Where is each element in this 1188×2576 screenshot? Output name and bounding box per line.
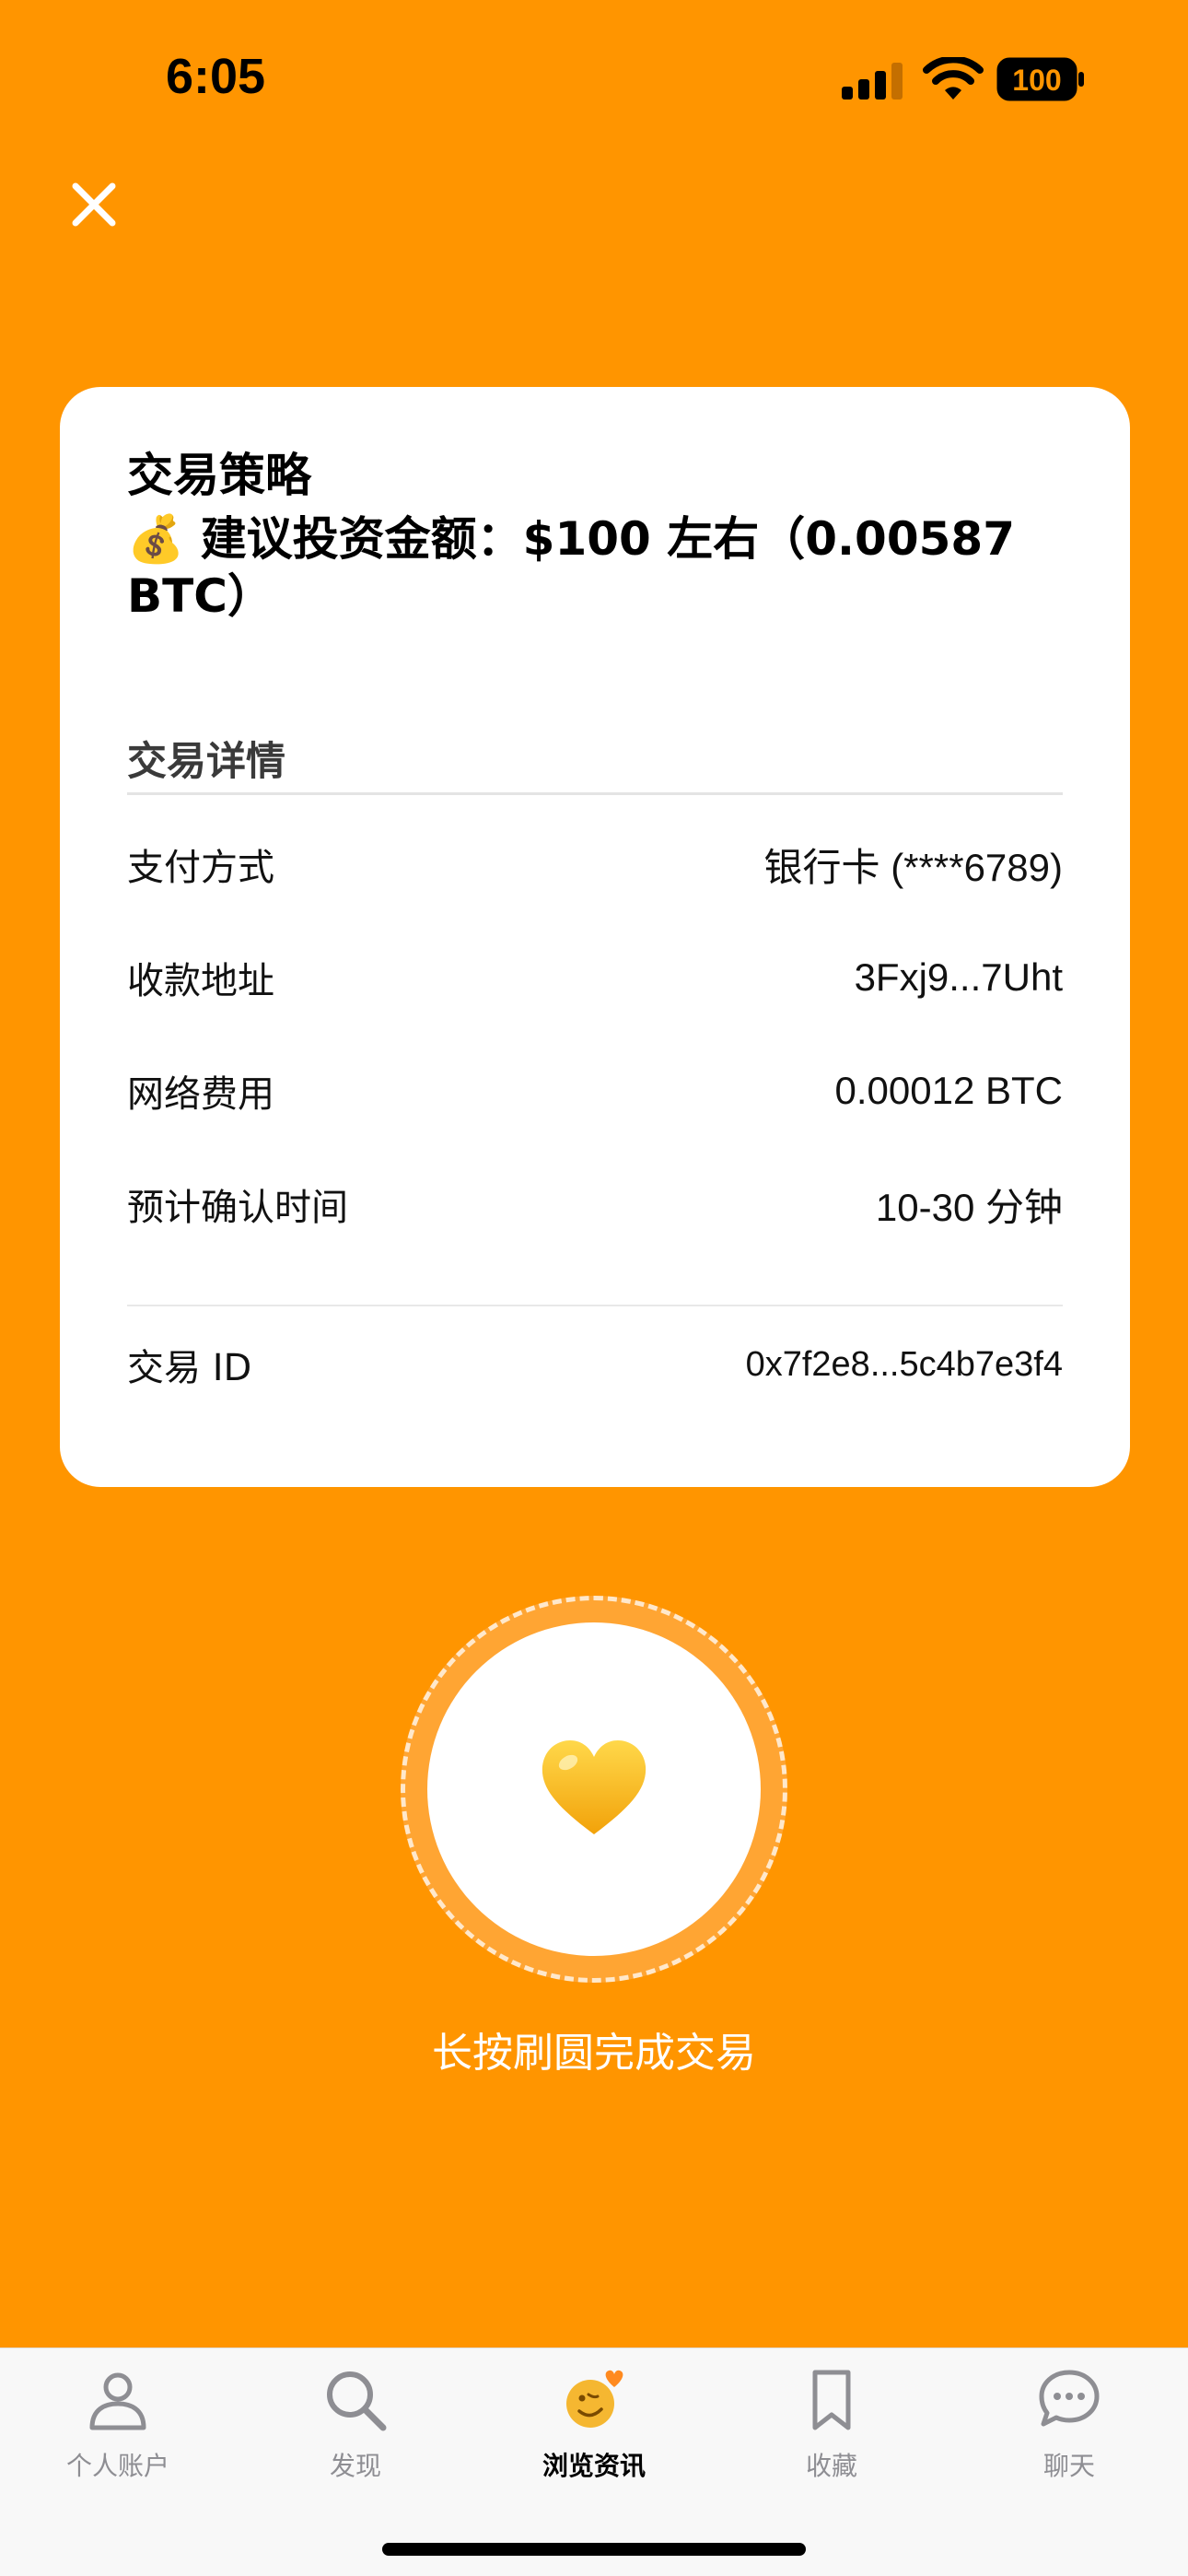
wifi-icon [923,57,984,100]
person-icon [89,2372,146,2430]
row-label: 网络费用 [127,1073,274,1116]
yellow-heart-icon [542,1740,646,1834]
tab-account[interactable]: 个人账户 [26,2367,210,2505]
network-fee-row: 网络费用 0.00012 BTC [127,1061,1063,1120]
tab-chat[interactable]: 聊天 [977,2367,1161,2505]
transaction-card: 交易策略 💰 建议投资金额：$100 左右（0.00587 BTC） 交易详情 … [60,387,1130,1487]
battery-level: 100 [1012,64,1061,97]
tab-label: 个人账户 [65,2451,169,2481]
suggested-amount: 💰 建议投资金额：$100 左右（0.00587 BTC） [127,510,1076,625]
close-button[interactable] [55,166,133,243]
bookmark-icon [812,2370,851,2430]
confirmation-time-row: 预计确认时间 10-30 分钟 [127,1175,1063,1234]
smiley-heart-icon [566,2370,623,2428]
divider [127,1305,1063,1306]
strategy-title: 交易策略 [127,449,311,502]
close-icon [72,182,116,227]
suggested-amount-text: 建议投资金额：$100 左右（0.00587 BTC） [127,512,1015,623]
battery-icon: 100 [996,57,1084,101]
transaction-id-value: 0x7f2e8...5c4b7e3f4 [745,1344,1063,1384]
row-value: 0.00012 BTC [834,1069,1064,1112]
tab-label: 发现 [329,2451,381,2481]
row-label: 支付方式 [127,847,274,889]
row-value: 10-30 分钟 [875,1185,1063,1229]
row-label: 交易 ID [127,1347,252,1389]
payment-method-row: 支付方式 银行卡 (****6789) [127,835,1063,894]
status-bar: 6:05 100 [0,0,1188,157]
transaction-id-row: 交易 ID 0x7f2e8...5c4b7e3f4 [127,1335,1063,1394]
divider [127,792,1063,795]
tab-label: 聊天 [1042,2451,1095,2481]
money-bag-icon: 💰 [127,512,185,566]
receiving-address-row: 收款地址 3Fxj9...7Uht [127,948,1063,1007]
row-value: 3Fxj9...7Uht [854,955,1063,999]
long-press-circle[interactable] [401,1596,787,1983]
tab-discover[interactable]: 发现 [263,2367,448,2505]
row-label: 收款地址 [127,960,274,1002]
long-press-hint: 长按刷圆完成交易 [432,2030,756,2077]
tab-label: 收藏 [805,2451,857,2481]
cellular-signal-icon [842,63,903,100]
row-value: 银行卡 (****6789) [763,845,1063,889]
long-press-inner [427,1622,761,1956]
tab-browse-news[interactable]: 浏览资讯 [502,2367,686,2505]
details-heading: 交易详情 [127,739,285,785]
chat-bubble-icon [1039,2370,1100,2427]
home-indicator [382,2543,806,2556]
status-time: 6:05 [166,49,266,104]
tab-favorites[interactable]: 收藏 [740,2367,924,2505]
tab-label: 浏览资讯 [542,2451,646,2481]
search-icon [327,2371,387,2431]
row-label: 预计确认时间 [127,1187,348,1229]
tab-bar: 个人账户 发现 浏览资讯 收藏 聊天 [0,2348,1188,2576]
